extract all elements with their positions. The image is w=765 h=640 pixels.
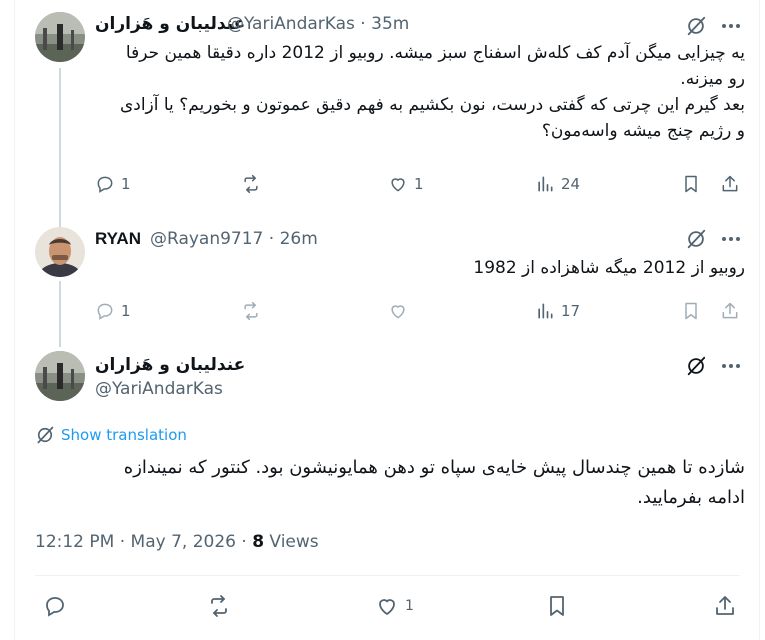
heart-icon — [391, 178, 405, 192]
reply-count: 1 — [121, 175, 131, 193]
avatar[interactable] — [35, 227, 85, 277]
translate-icon — [37, 426, 54, 444]
more-icon[interactable] — [720, 355, 742, 377]
grok-icon[interactable] — [685, 355, 707, 377]
reply-button[interactable]: 1 — [95, 301, 131, 321]
post-timestamp[interactable]: 12:12 PM · May 7, 2026 · — [35, 532, 252, 552]
share-icon — [722, 302, 738, 319]
repost-icon — [211, 595, 227, 617]
views-icon — [538, 176, 553, 192]
author-handle[interactable]: @YariAndarKas · 35m — [227, 14, 409, 34]
bookmark-icon — [550, 596, 564, 616]
avatar[interactable] — [35, 351, 85, 401]
share-button[interactable] — [720, 301, 740, 321]
author-name[interactable]: RYAN — [95, 229, 141, 249]
author-name[interactable]: عندلیبان و هَزاران — [95, 14, 245, 34]
share-button[interactable] — [713, 594, 737, 618]
reply-button[interactable]: 1 — [95, 174, 131, 194]
author-name[interactable]: عندلیبان و هَزاران — [95, 355, 245, 375]
handle-text[interactable]: @Rayan9717 — [150, 229, 263, 249]
heart-icon — [391, 305, 405, 319]
timeline-border-right — [759, 0, 760, 640]
tweet-2[interactable]: RYAN @Rayan9717 · 26m روبیو از 2012 میگه… — [15, 225, 759, 347]
grok-icon[interactable] — [685, 15, 707, 37]
tweet-text: روبیو از 2012 میگه شاهزاده از 1982 — [473, 258, 745, 278]
heart-icon — [379, 599, 395, 615]
views-label: Views — [264, 532, 319, 552]
tweet-line: شازده تا همین چندسال پیش خایه‌ی سپاه تو … — [123, 457, 745, 478]
share-icon — [716, 596, 734, 615]
divider — [35, 575, 740, 576]
repost-icon — [244, 301, 258, 321]
tweet-1[interactable]: عندلیبان و هَزاران @YariAndarKas · 35m ی… — [15, 0, 759, 225]
bookmark-button[interactable] — [545, 594, 569, 618]
share-button[interactable] — [720, 174, 740, 194]
reply-icon — [97, 303, 113, 320]
views-button[interactable]: 17 — [535, 301, 580, 321]
views-count: 8 — [252, 532, 265, 552]
separator-dot: · — [354, 14, 372, 34]
author-handle[interactable]: @YariAndarKas — [95, 379, 223, 399]
tweet-text: یه چیزایی میگن آدم کف کله‌ش اسفناج سبز م… — [95, 40, 745, 144]
show-translation-label[interactable]: Show translation — [61, 426, 187, 444]
like-button[interactable] — [388, 301, 408, 321]
repost-icon — [244, 174, 258, 194]
separator-dot: · — [263, 229, 280, 249]
repost-button[interactable] — [207, 594, 231, 618]
tweet-line: یه چیزایی میگن آدم کف کله‌ش اسفناج سبز م… — [125, 43, 745, 63]
handle-text[interactable]: @YariAndarKas — [227, 14, 355, 34]
tweet-line: بعد گیرم این چرتی که گفتی درست، نون بکشی… — [119, 95, 745, 115]
bookmark-button[interactable] — [681, 301, 701, 321]
reply-count: 1 — [121, 302, 131, 320]
author-handle[interactable]: @Rayan9717 · 26m — [150, 229, 318, 249]
tweet-text: شازده تا همین چندسال پیش خایه‌ی سپاه تو … — [30, 453, 745, 513]
post-time[interactable]: 35m — [371, 14, 409, 34]
tweet-line: رو میزنه. — [680, 69, 745, 89]
views-count: 17 — [561, 302, 581, 320]
more-icon[interactable] — [720, 15, 742, 37]
bookmark-button[interactable] — [681, 174, 701, 194]
like-count: 1 — [405, 598, 414, 614]
bookmark-icon — [685, 175, 697, 193]
share-icon — [722, 175, 738, 192]
tweet-line: ادامه بفرمایید. — [637, 487, 745, 508]
like-button[interactable]: 1 — [375, 594, 414, 618]
bookmark-icon — [685, 302, 697, 320]
thread-line — [59, 68, 61, 225]
reply-icon — [46, 597, 64, 617]
more-icon[interactable] — [720, 228, 742, 250]
like-button[interactable]: 1 — [388, 174, 424, 194]
grok-icon[interactable] — [685, 228, 707, 250]
post-time[interactable]: 26m — [280, 229, 318, 249]
repost-button[interactable] — [241, 301, 261, 321]
views-button[interactable]: 24 — [535, 174, 580, 194]
reply-icon — [97, 176, 113, 193]
main-tweet: عندلیبان و هَزاران @YariAndarKas Show tr… — [15, 347, 759, 640]
avatar[interactable] — [35, 12, 85, 62]
show-translation-link[interactable]: Show translation — [35, 425, 187, 445]
views-icon — [538, 303, 553, 319]
thread-line — [59, 281, 61, 347]
like-count: 1 — [414, 175, 424, 193]
reply-button[interactable] — [43, 594, 67, 618]
repost-button[interactable] — [241, 174, 261, 194]
tweet-line: و رژیم چنج میشه واسه‌مون؟ — [541, 121, 745, 141]
post-metadata: 12:12 PM · May 7, 2026 · 8 Views — [35, 532, 319, 552]
views-count: 24 — [561, 175, 581, 193]
